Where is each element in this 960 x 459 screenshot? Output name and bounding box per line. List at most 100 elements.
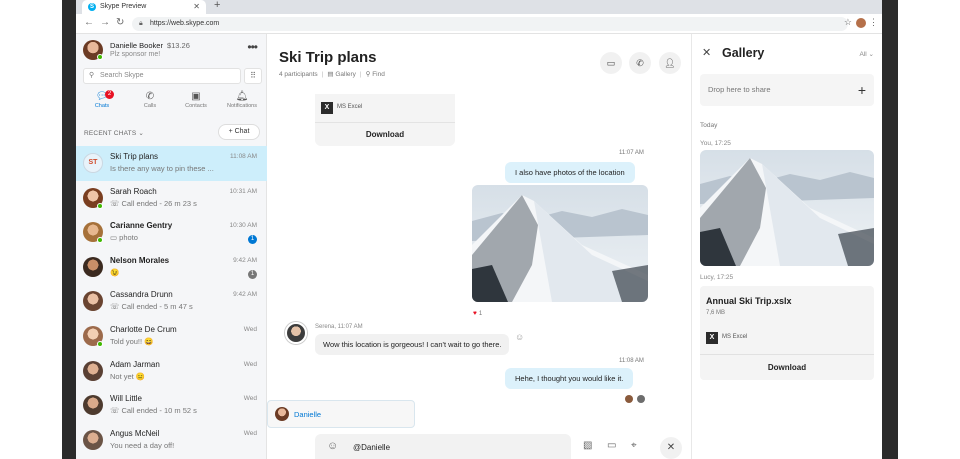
chat-item[interactable]: Adam Jarman Not yet 😑 Wed: [76, 354, 267, 389]
new-tab-icon[interactable]: +: [214, 0, 220, 11]
participants-link[interactable]: 4 participants: [279, 71, 318, 78]
find-link[interactable]: ⚲ Find: [366, 71, 385, 78]
gallery-file-sender: Lucy, 17:25: [700, 274, 734, 281]
chat-time: 11:08 AM: [230, 153, 257, 160]
gallery-panel: ✕ Gallery All ⌄ Drop here to share + Tod…: [692, 34, 882, 459]
drop-zone[interactable]: Drop here to share +: [700, 74, 874, 106]
close-tab-icon[interactable]: ✕: [193, 0, 200, 14]
gallery-filter[interactable]: All ⌄: [860, 50, 875, 58]
browser-tab[interactable]: S Skype Preview ✕: [82, 0, 206, 14]
chat-item[interactable]: Will Little ☏ Call ended - 10 m 52 s Wed: [76, 388, 267, 423]
download-button[interactable]: Download: [315, 122, 455, 146]
mention-suggestion[interactable]: Danielle: [267, 400, 415, 428]
chat-preview: ☏ Call ended - 10 m 52 s: [110, 406, 197, 416]
tab-notifications[interactable]: 🔔︎ Notifications: [218, 90, 266, 118]
profile-name: Danielle Booker: [110, 41, 163, 50]
chat-item[interactable]: Carianne Gentry ▭ photo 10:30 AM 1: [76, 215, 267, 250]
chat-item[interactable]: Angus McNeil You need a day off! Wed: [76, 423, 267, 458]
shared-photo-mountain[interactable]: [472, 185, 648, 302]
heart-reaction[interactable]: ♥ 1: [473, 310, 482, 317]
gallery-download-button[interactable]: Download: [700, 354, 874, 380]
chat-time: Wed: [243, 429, 257, 437]
drop-zone-label: Drop here to share: [708, 85, 771, 94]
emoticon-icon: 😄: [144, 336, 154, 346]
tab-bar: S Skype Preview ✕ +: [76, 0, 882, 14]
chat-name: Nelson Morales: [110, 255, 170, 265]
tab-chats-label: Chats: [94, 103, 110, 109]
chat-preview: ☏ Call ended - 5 m 47 s: [110, 302, 193, 312]
contact-avatar: [83, 360, 103, 381]
close-gallery-icon[interactable]: ✕: [702, 46, 711, 59]
search-input[interactable]: ⚲ Search Skype: [83, 68, 241, 84]
audio-call-button[interactable]: ✆: [629, 52, 651, 74]
chat-item[interactable]: Sarah Roach ☏ Call ended - 26 m 23 s 10:…: [76, 181, 267, 216]
chat-name: Carianne Gentry: [110, 221, 173, 231]
address-bar[interactable]: 🔒︎ https://web.skype.com: [132, 17, 848, 31]
tab-calls[interactable]: ✆ Calls: [126, 90, 174, 118]
forward-icon[interactable]: →: [100, 17, 110, 28]
emoji-icon[interactable]: ☺: [327, 440, 338, 452]
message-bubble-outgoing[interactable]: I also have photos of the location: [505, 162, 635, 183]
chat-time: 10:30 AM: [229, 222, 257, 230]
contact-card-icon[interactable]: ▭: [607, 440, 616, 451]
chat-bubble-icon: 💬︎: [95, 91, 109, 102]
more-options-icon[interactable]: •••: [247, 40, 258, 54]
message-bubble-incoming[interactable]: Wow this location is gorgeous! I can't w…: [315, 334, 510, 355]
tab-chats[interactable]: 💬︎ Chats 2: [78, 90, 126, 118]
online-status-icon: [97, 202, 103, 209]
video-call-button[interactable]: ▭: [600, 52, 622, 74]
bezel-right: [880, 0, 960, 459]
composer-input[interactable]: @Danielle: [353, 443, 390, 452]
bookmark-star-icon[interactable]: ☆: [844, 17, 852, 28]
media-gallery-icon[interactable]: ▧: [583, 440, 592, 451]
chat-name: Sarah Roach: [110, 186, 157, 196]
browser-window: S Skype Preview ✕ + ← → ↻ 🔒︎ https://web…: [76, 0, 882, 459]
serena-avatar[interactable]: [285, 322, 307, 344]
search-icon: ⚲: [89, 72, 95, 79]
reload-icon[interactable]: ↻: [116, 17, 124, 28]
recent-chats-label[interactable]: RECENT CHATS ⌄: [84, 129, 144, 137]
gallery-photo-sender: You, 17:25: [700, 140, 731, 147]
profile-header[interactable]: Danielle Booker $13.26 Plz sponsor me! ••…: [83, 40, 263, 64]
gallery-link[interactable]: ▤ Gallery: [327, 71, 356, 78]
conversation-title: Ski Trip plans: [279, 49, 377, 66]
emoticon-icon: 😑: [135, 371, 146, 381]
gallery-file-card: Annual Ski Trip.xslx 7,6 MB X MS Excel D…: [700, 286, 874, 380]
message-time: 11:07 AM: [619, 150, 644, 156]
close-composer-button[interactable]: ✕: [660, 437, 682, 459]
chat-item[interactable]: Charlotte De Crum Told you!! 😄 Wed: [76, 319, 267, 354]
skype-favicon-icon: S: [88, 3, 96, 11]
add-icon[interactable]: +: [858, 74, 866, 106]
tab-contacts[interactable]: ▣ Contacts: [172, 90, 220, 118]
video-camera-icon: ▭: [606, 58, 616, 68]
chat-name: Ski Trip plans: [110, 152, 159, 161]
chat-item[interactable]: Nelson Morales 😉 9:42 AM 1: [76, 250, 267, 285]
add-people-button[interactable]: 👤︎: [659, 52, 681, 74]
excel-icon: X: [706, 332, 718, 344]
chat-time: Wed: [243, 395, 257, 403]
dialpad-icon[interactable]: ⠿: [244, 68, 262, 84]
add-reaction-icon[interactable]: ☺: [515, 332, 524, 342]
unread-badge: 1: [248, 269, 257, 279]
gallery-day: Today: [700, 122, 718, 129]
gallery-photo-mountain[interactable]: [700, 150, 874, 266]
new-chat-button[interactable]: + Chat: [218, 124, 260, 140]
chat-item[interactable]: ST Ski Trip plans Is there any way to pi…: [76, 146, 267, 181]
browser-menu-icon[interactable]: ⋮: [869, 17, 878, 28]
browser-profile-avatar[interactable]: [856, 18, 866, 28]
location-pin-icon[interactable]: ⌖: [631, 440, 637, 451]
gallery-file-name: Annual Ski Trip.xslx: [706, 296, 792, 306]
skype-credit: $13.26: [166, 41, 190, 50]
call-ended-icon: ☏: [110, 406, 122, 416]
chat-name: Charlotte De Crum: [110, 324, 177, 334]
main-nav: 💬︎ Chats 2 ✆ Calls ▣ Contacts 🔔︎ Notific…: [76, 90, 267, 118]
excel-icon: X: [321, 102, 333, 114]
chat-item[interactable]: Cassandra Drunn ☏ Call ended - 5 m 47 s …: [76, 284, 267, 319]
bezel-left: [0, 0, 76, 459]
conversation-subheader: 4 participants | ▤ Gallery | ⚲ Find: [279, 71, 385, 78]
back-icon[interactable]: ←: [84, 17, 94, 28]
message-bubble-outgoing[interactable]: Hehe, I thought you would like it.: [505, 368, 634, 389]
online-status-icon: [97, 340, 103, 347]
chat-time: Wed: [243, 325, 257, 333]
message-composer[interactable]: ☺ @Danielle: [315, 434, 571, 459]
